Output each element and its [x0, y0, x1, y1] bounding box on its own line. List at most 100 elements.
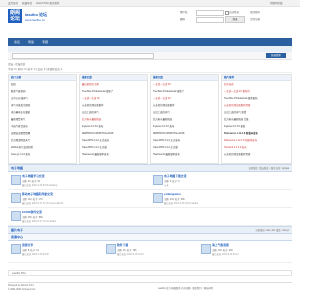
site-logo[interactable]: 朗阁 论坛 — [8, 9, 22, 23]
list-item[interactable]: 正中心在线天气 — [9, 95, 76, 102]
forum-item[interactable]: 电子地图下载交流 主题: 0, 帖子: 0 从未 — [150, 171, 292, 189]
bookmark-link[interactable]: 收藏本站 — [22, 1, 32, 5]
list-item[interactable]: OpenCPN 2.4.2 正式发布 — [151, 137, 218, 144]
forum-last-post[interactable]: 从未 — [164, 183, 169, 187]
forum-name[interactable]: 电子地图下载交流 — [164, 174, 186, 178]
username-label: 用户名 — [180, 11, 188, 14]
section-title[interactable]: 资源中心 — [11, 235, 23, 239]
list-item[interactable]: Hexwind 2.4.3.0 发布 — [222, 144, 291, 151]
list-item[interactable]: ZEPPRON CPAM PKG+2018 — [80, 130, 147, 137]
login-button[interactable]: 登录 — [225, 16, 245, 23]
forum-item[interactable]: 电子地图学习交流 主题: 34, 帖子: 81 最后发表 2024-5-16 0… — [8, 171, 150, 189]
footer-links[interactable]: Lasdho 官方 网络联系 有关问题 · 联系我们 · 网站声明 — [158, 286, 213, 290]
list-item[interactable]: 社区动态 — [222, 81, 291, 88]
image-recommend-column: 图片推荐 社区动态 一文讲一文讲 tfrr 推荐的 TreeSize Profe… — [221, 74, 292, 164]
search-input[interactable] — [12, 53, 154, 59]
list-item[interactable]: OpenCPN 2.4.2 正式版 — [151, 144, 218, 151]
list-item[interactable]: 一文讲一文讲 tfrr — [80, 95, 147, 102]
forum-last-post[interactable]: 最后发表 2024-5-15 00:30 — [22, 252, 49, 256]
section-title[interactable]: 电子地图 — [11, 166, 23, 170]
list-item[interactable]: 2024年天气变化趋势 — [9, 144, 76, 151]
list-item[interactable]: 一文讲一文讲 tfrr — [151, 95, 218, 102]
forum-last-post[interactable]: 最后发表 2024-5-16 10:16 lasdho — [164, 201, 198, 205]
list-item[interactable]: OpenCPN 2.4.2 正式发布 — [80, 137, 147, 144]
register-link[interactable]: 立即注册 — [250, 17, 260, 21]
site-url: www.lasdho.cn — [25, 18, 46, 22]
forum-icon — [153, 175, 163, 185]
remember-label: 自动登录 — [229, 11, 240, 14]
list-item[interactable]: Asia 对 1.4.3 发布 — [9, 151, 76, 158]
friend-links[interactable]: Lasdho Plist — [8, 270, 292, 276]
list-item[interactable]: 最新预警天气 — [9, 116, 76, 123]
list-item[interactable]: 认识上面的天气 — [151, 109, 218, 116]
list-item[interactable]: 南方暴雨正在蔓延 — [9, 109, 76, 116]
list-item[interactable]: 欧美气象新闻 — [9, 88, 76, 95]
forum-name[interactable]: ECDIS软件交流 — [22, 210, 42, 214]
list-item[interactable]: Flatoverse 1.12.1.8 新版本发布 — [222, 130, 291, 137]
nav-item-forum[interactable]: 论坛 — [14, 40, 20, 44]
forum-last-post[interactable]: 最后发表 2024-5-15 12:10 — [117, 252, 144, 256]
forum-name[interactable]: 软件下载 — [117, 243, 128, 247]
list-item[interactable]: Ingress 2.0 3.0 更新 — [222, 123, 291, 130]
list-item[interactable]: 阅读 — [9, 81, 76, 88]
list-item[interactable]: 认识上面的天气 — [80, 109, 147, 116]
forum-last-post[interactable]: 最后发表 2024-5-16 02:12 — [212, 252, 239, 256]
list-item[interactable]: 从业者的测试和推荐资源 — [222, 102, 291, 109]
list-item[interactable]: Ingress 2.0 3.0 发布 — [80, 123, 147, 130]
list-item[interactable]: TreeSize Professional 版本更新 — [222, 95, 291, 102]
list-item[interactable]: 北方降温明显天气 — [9, 137, 76, 144]
nav-item-topics[interactable]: 专题 — [42, 40, 48, 44]
section-title[interactable]: 图片电子 — [11, 228, 23, 232]
username-input[interactable] — [196, 10, 224, 16]
forum-item[interactable]: ECDIS软件交流 主题: 450, 帖子: 880 最后发表 2024-5-1… — [8, 207, 150, 225]
forum-item[interactable]: 资源分享 主题: 8, 帖子: 12 最后发表 2024-5-15 00:30 — [8, 240, 102, 258]
login-panel: 用户名 自动登录 找回密码 密码 登录 立即注册 — [180, 10, 292, 32]
forum-last-post[interactable]: 最后发表 2024-5-16 09:30 lastlang — [22, 183, 57, 187]
search-button[interactable]: 快速搜索 — [266, 53, 286, 58]
list-item[interactable]: 从业者的测试和推荐 — [80, 102, 147, 109]
list-item[interactable]: 一文讲一文讲 tfrr 推荐的 — [222, 88, 291, 95]
forum-last-post[interactable]: 最后发表 2024-5-17 07:20 knoyeng2014 — [22, 201, 63, 205]
section-moderators: 分区版主: 暂无版主 • 版主分区: pingtai — [248, 167, 289, 170]
copyright: © 2001-2013 Comsenz Inc. — [8, 289, 36, 291]
search-bar: 快速搜索 — [8, 52, 292, 60]
list-item[interactable]: 一文讲一文讲 tfrr — [151, 81, 218, 88]
forum-name[interactable]: 资源分享 — [22, 243, 33, 247]
list-item[interactable]: 最后更新的主题 — [80, 81, 147, 88]
list-item[interactable]: Ingress 2.0 3.0 发布 — [151, 123, 218, 130]
list-item[interactable]: 中央气象台发布 — [9, 123, 76, 130]
forgot-link[interactable]: 找回密码 — [250, 10, 260, 14]
list-item[interactable]: TreeSize Professional 更新了 — [151, 88, 218, 95]
list-item[interactable]: 天气可能发生跳转 — [9, 102, 76, 109]
list-item[interactable]: Hearmem2 最新版本发布 — [151, 151, 218, 158]
list-item[interactable]: OpenCPN 2.4.2 正式版 — [80, 144, 147, 151]
forum-name[interactable]: 海上气象资源 — [212, 243, 229, 247]
list-item[interactable]: 北方雨水最新推送 — [80, 116, 147, 123]
list-item[interactable]: 近期高温预警提醒 — [9, 130, 76, 137]
forum-name[interactable]: 移动电子地图和导航交流 — [22, 192, 53, 196]
narrow-toggle-link[interactable]: 切换到窄版 — [270, 1, 283, 5]
list-item[interactable]: TreeSize Professional 更新了 — [80, 88, 147, 95]
list-item[interactable]: Flatoverse 1.12.1.8 新版本发布 — [222, 137, 291, 144]
forum-last-post[interactable]: 最后发表 2024-5-17 12:41 lasdho — [22, 219, 56, 223]
list-item[interactable]: 认识上面的天气 新增 — [222, 109, 291, 116]
list-item[interactable]: Hearmem2 最新版本发布 — [80, 151, 147, 158]
main-nav: 论坛 导读 专题 — [8, 38, 292, 46]
list-item[interactable]: 从业者的测试和推荐资源 — [222, 151, 291, 158]
forum-item[interactable]: 软件下载 主题: 45, 帖子: 105 最后发表 2024-5-15 12:1… — [103, 240, 197, 258]
password-input[interactable] — [196, 17, 224, 23]
related-link[interactable]: Switch Plist 相关推荐 — [36, 1, 59, 5]
list-item[interactable]: 从业者的测试和推荐 — [151, 102, 218, 109]
forum-icon — [201, 244, 211, 254]
forum-row: 资源分享 主题: 8, 帖子: 12 最后发表 2024-5-15 00:30 … — [8, 240, 292, 263]
forum-name[interactable]: 电子地图学习交流 — [22, 174, 44, 178]
forum-name[interactable]: e-Navigation — [164, 192, 181, 196]
forum-item[interactable]: e-Navigation 主题: 233, 帖子: 390 最后发表 2024-… — [150, 189, 292, 207]
list-item[interactable]: ZEPPRON CPAM PKG+2018 — [151, 130, 218, 137]
list-item[interactable]: 北方雨水最新推送 — [151, 116, 218, 123]
set-homepage-link[interactable]: 设为首页 — [8, 1, 18, 5]
forum-item[interactable]: 海上气象资源 主题: 140, 帖子: 200 最后发表 2024-5-16 0… — [198, 240, 292, 258]
nav-item-guide[interactable]: 导读 — [28, 40, 34, 44]
forum-item[interactable]: 移动电子地图和导航交流 主题: 112, 帖子: 170 最后发表 2024-5… — [8, 189, 150, 207]
list-item[interactable]: 北方雨水最新推送 合集 — [222, 116, 291, 123]
